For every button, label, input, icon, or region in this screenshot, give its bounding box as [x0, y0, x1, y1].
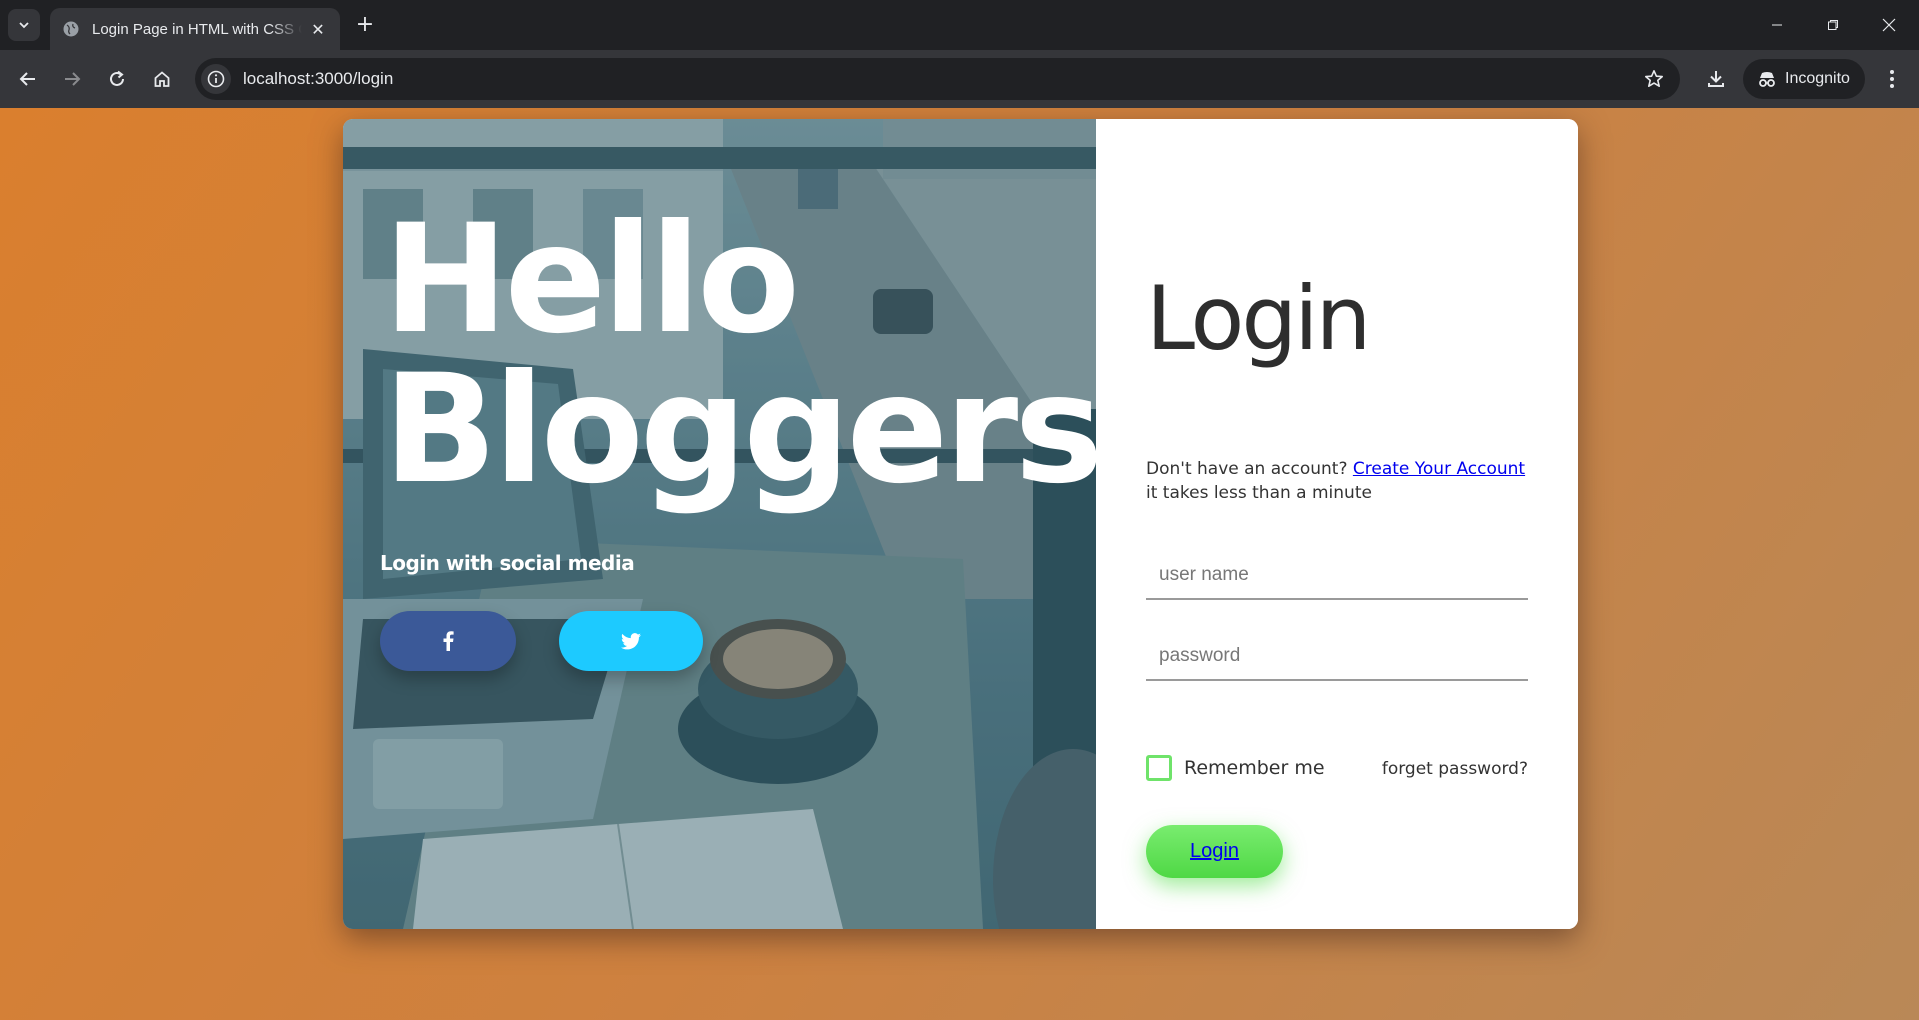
- login-button-label: Login: [1190, 840, 1239, 862]
- browser-menu-button[interactable]: [1880, 63, 1904, 95]
- url-text: localhost:3000/login: [243, 69, 394, 88]
- signup-prefix: Don't have an account?: [1146, 459, 1353, 479]
- site-info-button[interactable]: [201, 64, 231, 94]
- password-input[interactable]: [1146, 633, 1528, 681]
- login-button[interactable]: Login: [1146, 825, 1283, 878]
- arrow-left-icon: [19, 72, 35, 86]
- incognito-label: Incognito: [1785, 70, 1850, 87]
- login-form-panel: Login Don't have an account? Create Your…: [1096, 119, 1578, 929]
- globe-icon: [63, 21, 79, 37]
- social-login-label: Login with social media: [380, 551, 635, 575]
- facebook-login-button[interactable]: [380, 611, 516, 671]
- download-icon: [1708, 71, 1724, 87]
- reload-button[interactable]: [101, 63, 133, 95]
- hero-heading: Hello Bloggers!: [383, 205, 1096, 505]
- signup-suffix: it takes less than a minute: [1146, 483, 1372, 503]
- remember-me[interactable]: Remember me: [1146, 755, 1325, 781]
- bookmark-button[interactable]: [1642, 67, 1666, 91]
- info-icon: [207, 70, 225, 88]
- star-icon: [1645, 70, 1663, 87]
- minimize-button[interactable]: [1764, 12, 1790, 38]
- restore-icon: [1828, 20, 1838, 30]
- restore-button[interactable]: [1820, 12, 1846, 38]
- login-title: Login: [1146, 267, 1371, 370]
- minimize-icon: [1772, 24, 1782, 26]
- incognito-icon: [1759, 72, 1775, 87]
- active-tab[interactable]: Login Page in HTML with CSS Code ✕: [50, 8, 340, 50]
- remember-me-label: Remember me: [1184, 757, 1325, 779]
- close-icon: [1882, 18, 1896, 32]
- facebook-icon: [443, 631, 454, 651]
- login-card: Hello Bloggers! Login with social media …: [343, 119, 1578, 929]
- signup-prompt: Don't have an account? Create Your Accou…: [1146, 457, 1536, 505]
- browser-tab-bar: Login Page in HTML with CSS Code ✕ +: [0, 0, 1919, 50]
- reload-icon: [110, 70, 124, 86]
- page-background: Hello Bloggers! Login with social media …: [0, 108, 1919, 1020]
- create-account-link[interactable]: Create Your Account: [1353, 459, 1525, 479]
- browser-toolbar: localhost:3000/login Incognito: [0, 50, 1919, 108]
- hero-heading-line1: Hello: [383, 193, 800, 367]
- hero-panel: Hello Bloggers! Login with social media: [343, 119, 1096, 929]
- address-bar[interactable]: localhost:3000/login: [195, 58, 1680, 100]
- new-tab-button[interactable]: +: [352, 12, 378, 38]
- chevron-down-icon: [19, 22, 29, 29]
- more-vert-icon: [1890, 70, 1894, 88]
- twitter-login-button[interactable]: [559, 611, 703, 671]
- tab-search-button[interactable]: [8, 9, 40, 41]
- downloads-button[interactable]: [1700, 63, 1732, 95]
- home-icon: [154, 71, 170, 87]
- back-button[interactable]: [12, 63, 44, 95]
- home-button[interactable]: [146, 63, 178, 95]
- arrow-right-icon: [65, 72, 81, 86]
- forward-button[interactable]: [56, 63, 88, 95]
- username-input[interactable]: [1146, 552, 1528, 600]
- close-window-button[interactable]: [1876, 12, 1902, 38]
- remember-me-checkbox[interactable]: [1146, 755, 1172, 781]
- tab-close-icon[interactable]: ✕: [308, 20, 328, 39]
- incognito-indicator[interactable]: Incognito: [1743, 59, 1865, 99]
- hero-heading-line2: Bloggers!: [383, 343, 1096, 517]
- twitter-icon: [621, 632, 641, 649]
- tab-title: Login Page in HTML with CSS Code: [92, 20, 302, 38]
- forgot-password-link[interactable]: forget password?: [1382, 759, 1528, 779]
